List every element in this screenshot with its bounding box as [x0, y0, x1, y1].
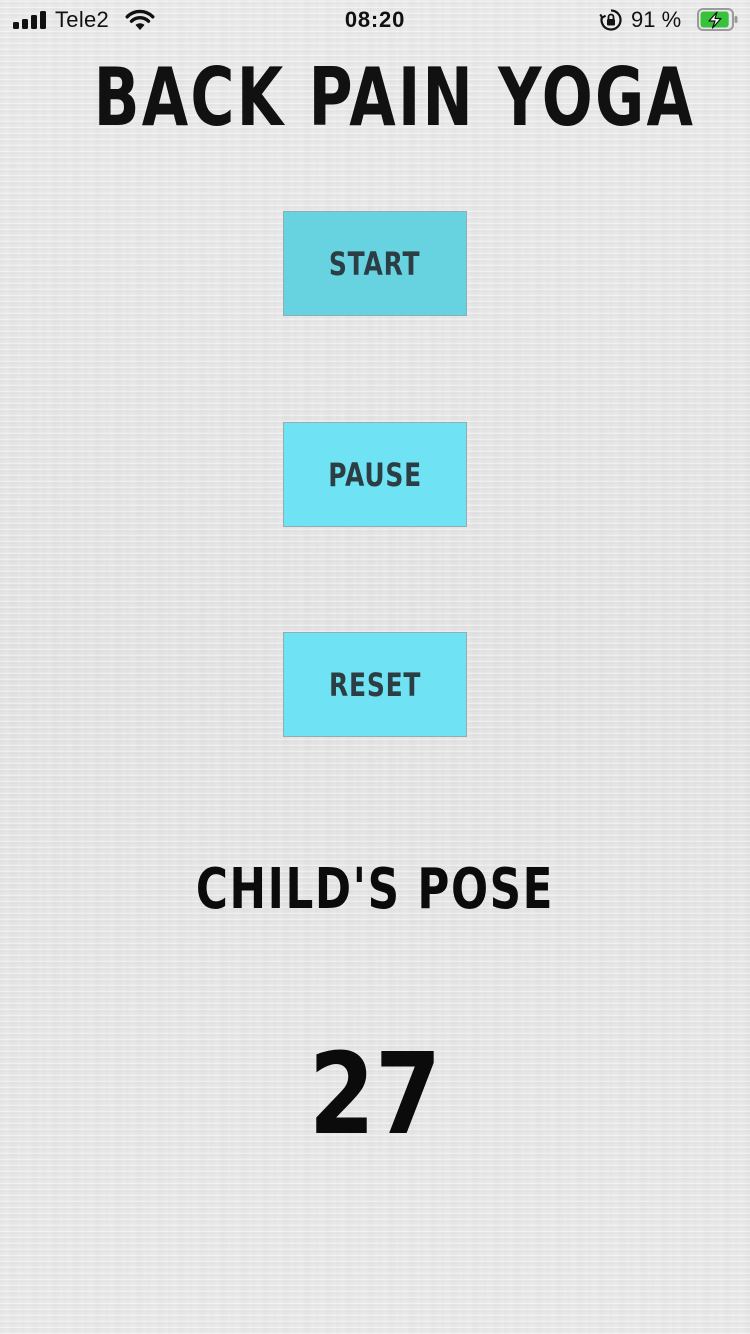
start-button[interactable]: START — [283, 211, 467, 316]
start-button-label: START — [329, 244, 421, 283]
reset-button[interactable]: RESET — [283, 632, 467, 737]
status-bar: Tele2 08:20 91 % — [0, 0, 750, 40]
orientation-lock-icon — [599, 9, 622, 31]
battery-charging-icon — [697, 8, 738, 31]
pose-name: CHILD'S POSE — [195, 857, 555, 922]
reset-button-label: RESET — [328, 665, 422, 704]
app-title: BACK PAIN YOGA — [93, 51, 696, 144]
battery-percent: 91 % — [631, 7, 682, 32]
pause-button[interactable]: PAUSE — [283, 422, 467, 527]
pause-button-label: PAUSE — [328, 455, 422, 494]
countdown-timer: 27 — [308, 1030, 442, 1160]
